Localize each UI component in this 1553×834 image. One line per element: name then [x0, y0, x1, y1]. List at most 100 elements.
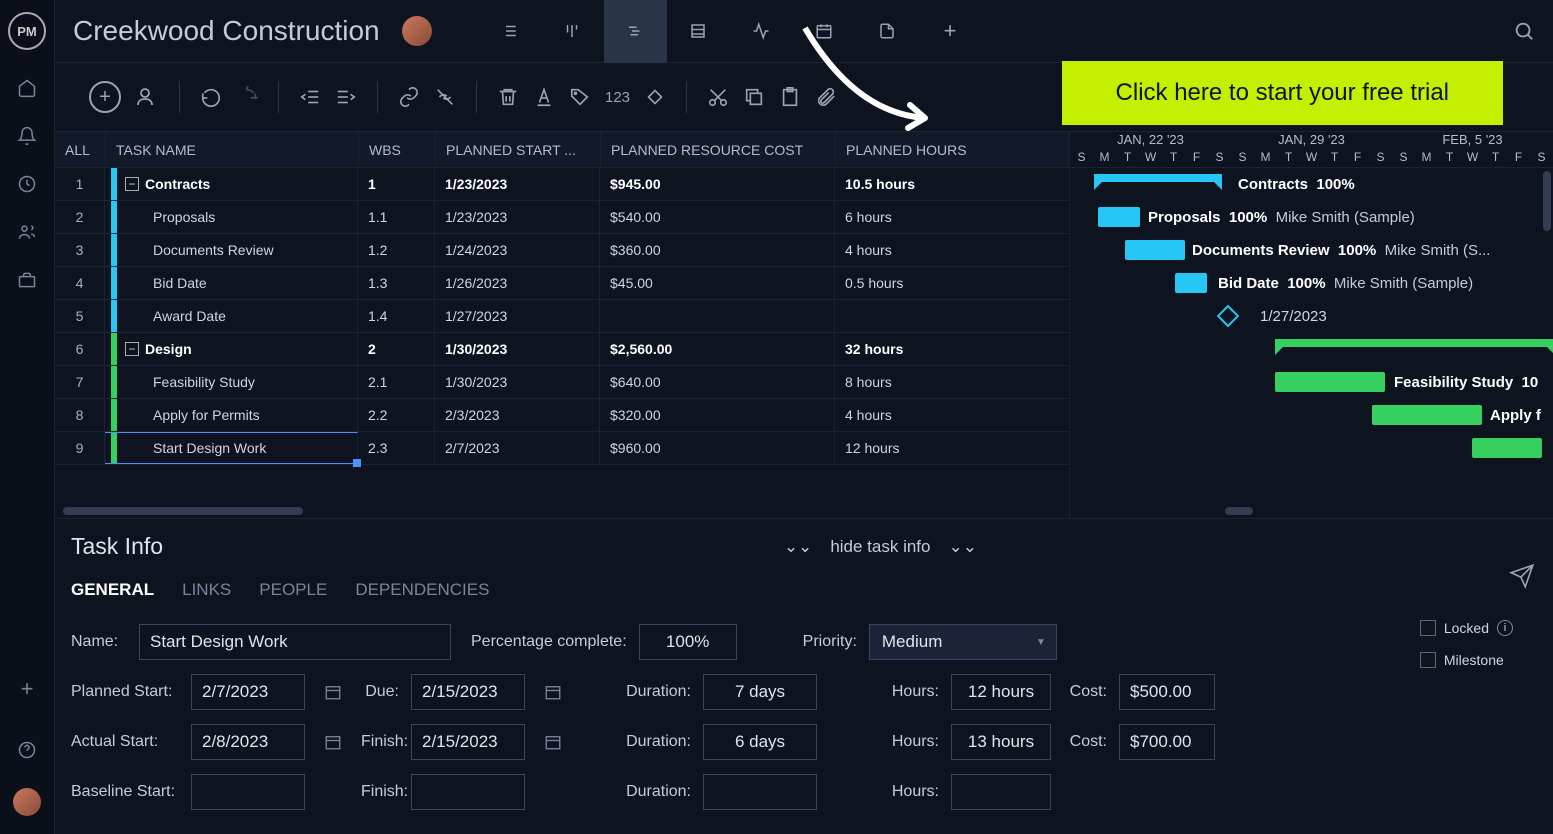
- delete-icon[interactable]: [497, 86, 519, 108]
- unlink-icon[interactable]: [434, 86, 456, 108]
- cta-free-trial-button[interactable]: Click here to start your free trial: [1062, 61, 1503, 125]
- view-board-icon[interactable]: [541, 0, 604, 63]
- info-icon[interactable]: i: [1497, 620, 1513, 636]
- view-sheet-icon[interactable]: [667, 0, 730, 63]
- col-hours[interactable]: PLANNED HOURS: [835, 132, 995, 167]
- left-nav-rail: PM +: [0, 0, 55, 834]
- table-row[interactable]: 6−Design21/30/2023$2,560.0032 hours: [55, 333, 1069, 366]
- col-start[interactable]: PLANNED START ...: [435, 132, 600, 167]
- calendar-icon[interactable]: [537, 674, 569, 710]
- collapse-icon[interactable]: −: [125, 177, 139, 191]
- link-icon[interactable]: [398, 86, 420, 108]
- number-icon[interactable]: 123: [605, 89, 630, 106]
- baseline-duration-input[interactable]: [703, 774, 817, 810]
- add-person-icon[interactable]: [135, 85, 159, 109]
- gantt-v-scrollbar[interactable]: [1543, 171, 1551, 231]
- actual-hours-input[interactable]: [951, 724, 1051, 760]
- paste-icon[interactable]: [779, 86, 801, 108]
- briefcase-icon[interactable]: [17, 270, 37, 290]
- app-logo[interactable]: PM: [8, 12, 46, 50]
- home-icon[interactable]: [17, 78, 37, 98]
- table-row[interactable]: 9Start Design Work2.32/7/2023$960.0012 h…: [55, 432, 1069, 465]
- actual-duration-input[interactable]: [703, 724, 817, 760]
- copy-icon[interactable]: [743, 86, 765, 108]
- view-add-icon[interactable]: +: [919, 0, 982, 63]
- hours-input[interactable]: [951, 674, 1051, 710]
- undo-icon[interactable]: [200, 86, 222, 108]
- milestone-tool-icon[interactable]: [644, 86, 666, 108]
- cost-input[interactable]: [1119, 674, 1215, 710]
- people-icon[interactable]: [17, 222, 37, 242]
- table-row[interactable]: 4Bid Date1.31/26/2023$45.000.5 hours: [55, 267, 1069, 300]
- gantt-row[interactable]: Apply f: [1070, 399, 1553, 432]
- tab-general[interactable]: GENERAL: [71, 580, 154, 600]
- tab-people[interactable]: PEOPLE: [259, 580, 327, 600]
- col-all[interactable]: ALL: [55, 142, 105, 158]
- gantt-row[interactable]: Bid Date 100% Mike Smith (Sample): [1070, 267, 1553, 300]
- table-row[interactable]: 7Feasibility Study2.11/30/2023$640.008 h…: [55, 366, 1069, 399]
- gantt-row[interactable]: 1/27/2023: [1070, 300, 1553, 333]
- cut-icon[interactable]: [707, 86, 729, 108]
- priority-select[interactable]: Medium: [869, 624, 1057, 660]
- duration-input[interactable]: [703, 674, 817, 710]
- col-cost[interactable]: PLANNED RESOURCE COST: [600, 132, 835, 167]
- gantt-row[interactable]: [1070, 333, 1553, 366]
- view-activity-icon[interactable]: [730, 0, 793, 63]
- locked-checkbox[interactable]: [1420, 620, 1436, 636]
- gantt-row[interactable]: Documents Review 100% Mike Smith (S...: [1070, 234, 1553, 267]
- priority-label: Priority:: [803, 633, 857, 651]
- add-icon[interactable]: +: [21, 676, 34, 702]
- help-icon[interactable]: [17, 740, 37, 760]
- send-icon[interactable]: [1509, 563, 1535, 589]
- actual-cost-input[interactable]: [1119, 724, 1215, 760]
- collapse-icon[interactable]: −: [125, 342, 139, 356]
- view-list-icon[interactable]: [478, 0, 541, 63]
- user-avatar[interactable]: [13, 788, 41, 816]
- outdent-icon[interactable]: [299, 86, 321, 108]
- calendar-icon[interactable]: [537, 724, 569, 760]
- grid-h-scrollbar[interactable]: [55, 504, 1069, 518]
- text-color-icon[interactable]: [533, 86, 555, 108]
- table-row[interactable]: 1−Contracts11/23/2023$945.0010.5 hours: [55, 168, 1069, 201]
- gantt-row[interactable]: Proposals 100% Mike Smith (Sample): [1070, 201, 1553, 234]
- col-name[interactable]: TASK NAME: [105, 132, 358, 167]
- search-icon[interactable]: [1513, 20, 1535, 42]
- redo-icon[interactable]: [236, 86, 258, 108]
- attachment-icon[interactable]: [815, 86, 837, 108]
- gantt-h-scrollbar[interactable]: [1070, 504, 1553, 518]
- hide-task-info[interactable]: ⌄⌄ hide task info ⌄⌄: [784, 537, 977, 557]
- indent-icon[interactable]: [335, 86, 357, 108]
- col-wbs[interactable]: WBS: [358, 132, 435, 167]
- clock-icon[interactable]: [17, 174, 37, 194]
- task-info-title: Task Info: [71, 533, 163, 560]
- gantt-row[interactable]: Feasibility Study 10: [1070, 366, 1553, 399]
- tab-links[interactable]: LINKS: [182, 580, 231, 600]
- finish-input[interactable]: [411, 724, 525, 760]
- baseline-start-input[interactable]: [191, 774, 305, 810]
- baseline-hours-input[interactable]: [951, 774, 1051, 810]
- tag-icon[interactable]: [569, 86, 591, 108]
- due-input[interactable]: [411, 674, 525, 710]
- gantt-row[interactable]: Contracts 100%: [1070, 168, 1553, 201]
- table-row[interactable]: 3Documents Review1.21/24/2023$360.004 ho…: [55, 234, 1069, 267]
- table-row[interactable]: 2Proposals1.11/23/2023$540.006 hours: [55, 201, 1069, 234]
- tab-dependencies[interactable]: DEPENDENCIES: [355, 580, 489, 600]
- table-row[interactable]: 5Award Date1.41/27/2023: [55, 300, 1069, 333]
- planned-start-input[interactable]: [191, 674, 305, 710]
- add-task-button[interactable]: +: [89, 81, 121, 113]
- bell-icon[interactable]: [17, 126, 37, 146]
- view-gantt-icon[interactable]: [604, 0, 667, 63]
- milestone-checkbox[interactable]: [1420, 652, 1436, 668]
- gantt-row[interactable]: [1070, 432, 1553, 465]
- view-file-icon[interactable]: [856, 0, 919, 63]
- pct-input[interactable]: [639, 624, 737, 660]
- baseline-finish-input[interactable]: [411, 774, 525, 810]
- calendar-icon[interactable]: [317, 674, 349, 710]
- calendar-icon[interactable]: [317, 724, 349, 760]
- project-avatar[interactable]: [402, 16, 432, 46]
- name-input[interactable]: [139, 624, 451, 660]
- view-calendar-icon[interactable]: [793, 0, 856, 63]
- table-row[interactable]: 8Apply for Permits2.22/3/2023$320.004 ho…: [55, 399, 1069, 432]
- actual-start-input[interactable]: [191, 724, 305, 760]
- toolbar: + 123: [55, 63, 1553, 131]
